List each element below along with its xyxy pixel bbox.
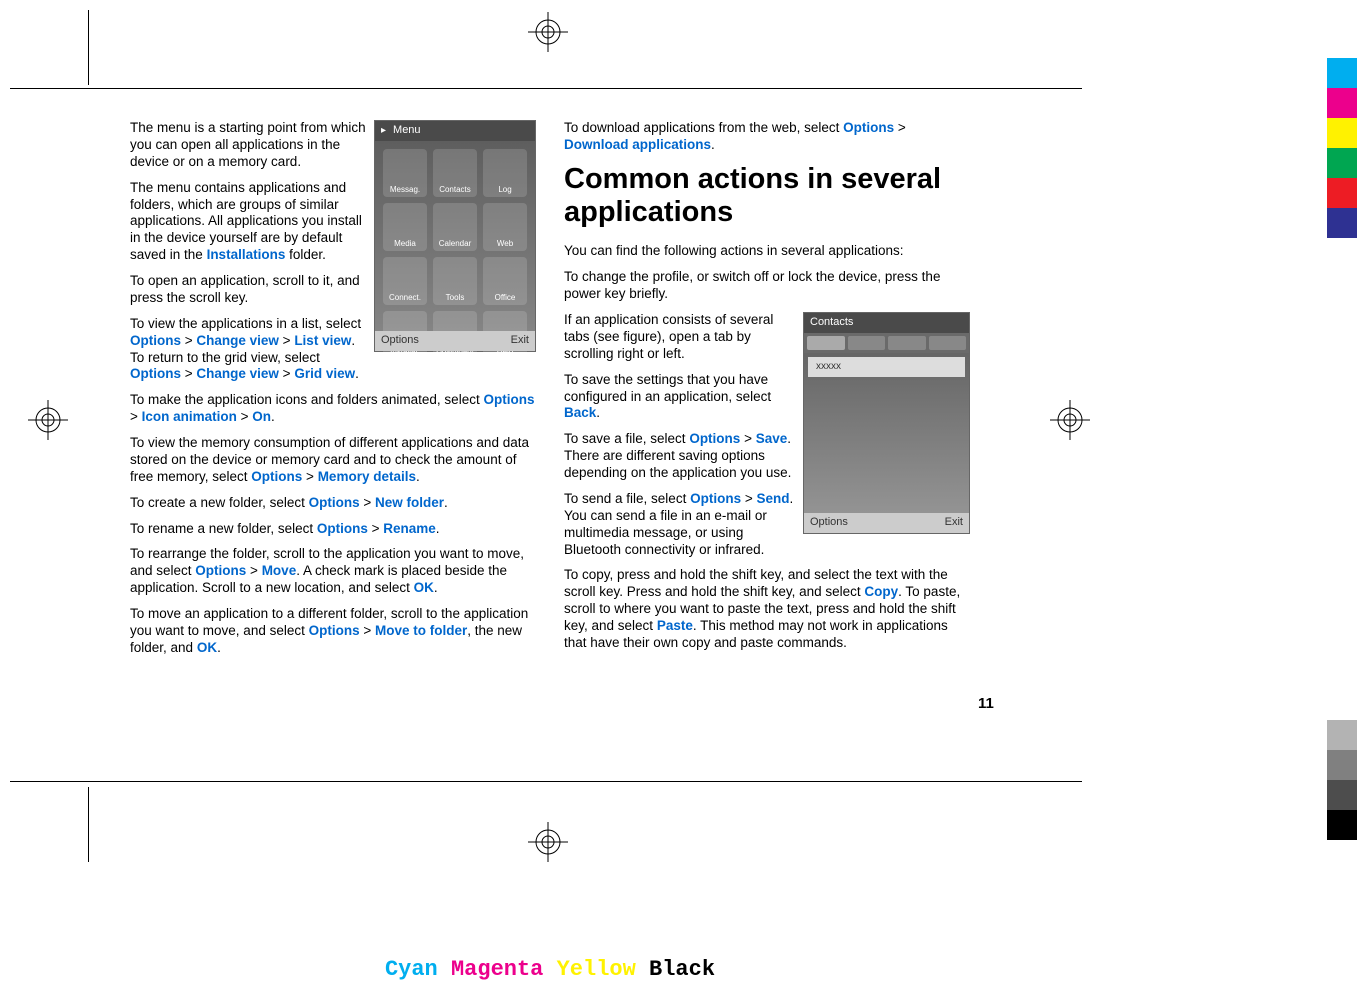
color-swatch bbox=[1327, 178, 1357, 208]
paragraph: To make the application icons and folder… bbox=[130, 392, 536, 426]
paragraph: To create a new folder, select Options >… bbox=[130, 495, 536, 512]
screenshot2-right-softkey: Exit bbox=[945, 516, 963, 530]
app-icon-cell: Web bbox=[483, 203, 527, 251]
paragraph: You can find the following actions in se… bbox=[564, 243, 970, 260]
app-icon-cell: Log bbox=[483, 149, 527, 197]
app-icon-cell: Contacts bbox=[433, 149, 477, 197]
color-swatch bbox=[1327, 148, 1357, 178]
color-swatch bbox=[1327, 690, 1357, 720]
app-icon-cell: Tools bbox=[433, 257, 477, 305]
page-number: 11 bbox=[978, 695, 994, 712]
registration-mark-right bbox=[1050, 400, 1090, 440]
crop-mark-bottom bbox=[10, 781, 1082, 782]
right-column: To download applications from the web, s… bbox=[564, 120, 970, 740]
registration-mark-top bbox=[528, 12, 568, 52]
screenshot1-left-softkey: Options bbox=[381, 334, 419, 348]
contacts-screenshot: Contacts xxxxx Options Exit bbox=[803, 312, 970, 534]
color-swatch bbox=[1327, 810, 1357, 840]
color-swatch bbox=[1327, 720, 1357, 750]
installations-link: Installations bbox=[207, 247, 286, 262]
page-content: Menu Messag.ContactsLogMediaCalendarWebC… bbox=[130, 120, 970, 740]
menu-screenshot: Menu Messag.ContactsLog MediaCalendarWeb C… bbox=[374, 120, 536, 352]
yellow-label: Yellow bbox=[557, 957, 636, 982]
cyan-label: Cyan bbox=[385, 957, 438, 982]
paragraph: To copy, press and hold the shift key, a… bbox=[564, 567, 970, 651]
screenshot2-row: xxxxx bbox=[808, 357, 965, 378]
app-icon-cell: Media bbox=[383, 203, 427, 251]
registration-mark-left bbox=[28, 400, 68, 440]
app-icon-cell: Calendar bbox=[433, 203, 477, 251]
color-bars-top bbox=[1327, 58, 1357, 238]
paragraph: To download applications from the web, s… bbox=[564, 120, 970, 154]
screenshot1-title: Menu bbox=[393, 124, 421, 138]
paragraph: To rearrange the folder, scroll to the a… bbox=[130, 546, 536, 597]
color-swatch bbox=[1327, 780, 1357, 810]
app-icon-cell: Office bbox=[483, 257, 527, 305]
color-swatch bbox=[1327, 750, 1357, 780]
color-swatch bbox=[1327, 88, 1357, 118]
paragraph: To rename a new folder, select Options >… bbox=[130, 521, 536, 538]
crop-mark-bottom-left bbox=[88, 787, 89, 862]
black-label: Black bbox=[649, 957, 715, 982]
paragraph: To change the profile, or switch off or … bbox=[564, 269, 970, 303]
left-column: Menu Messag.ContactsLog MediaCalendarWeb C… bbox=[130, 120, 536, 740]
cmyk-label: Cyan Magenta Yellow Black bbox=[0, 957, 1100, 982]
app-icon-cell: Connect. bbox=[383, 257, 427, 305]
paragraph: To move an application to a different fo… bbox=[130, 606, 536, 657]
app-icon-cell: Messag. bbox=[383, 149, 427, 197]
screenshot2-title: Contacts bbox=[810, 316, 853, 330]
screenshot2-left-softkey: Options bbox=[810, 516, 848, 530]
screenshot1-right-softkey: Exit bbox=[511, 334, 529, 348]
crop-mark-top-left bbox=[88, 10, 89, 85]
crop-mark-top bbox=[10, 88, 1082, 89]
arrow-icon bbox=[381, 124, 389, 138]
registration-mark-bottom bbox=[528, 822, 568, 862]
color-swatch bbox=[1327, 58, 1357, 88]
color-swatch bbox=[1327, 208, 1357, 238]
paragraph: To view the memory consumption of differ… bbox=[130, 435, 536, 486]
section-heading: Common actions in several applications bbox=[564, 163, 970, 230]
magenta-label: Magenta bbox=[451, 957, 543, 982]
color-bars-bottom bbox=[1327, 690, 1357, 840]
color-swatch bbox=[1327, 118, 1357, 148]
